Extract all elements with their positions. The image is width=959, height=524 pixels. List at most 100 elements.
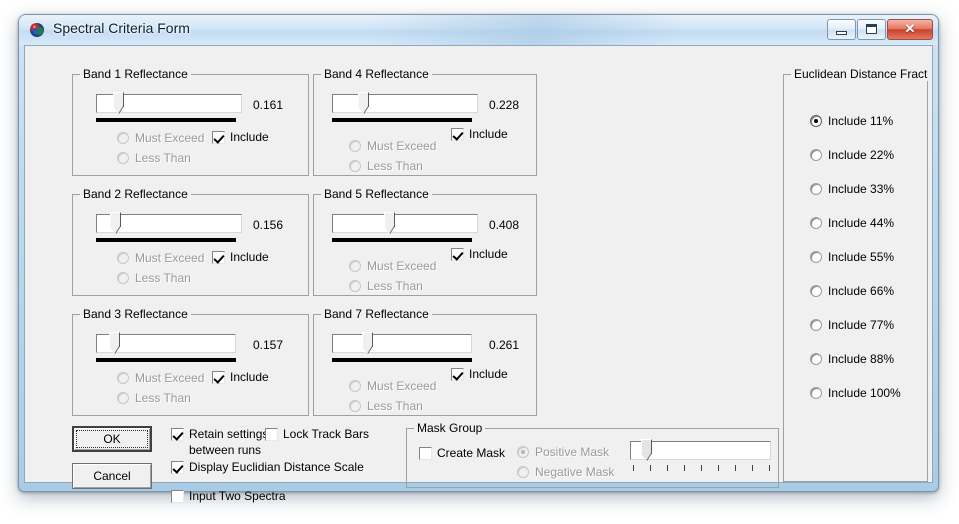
- title-bar-glint: [368, 15, 681, 45]
- checkbox-box: [212, 131, 225, 144]
- radio-label: Include 100%: [828, 386, 901, 400]
- group-band-7: Band 7 Reflectance 0.261 Must Exceed Les…: [313, 307, 537, 416]
- radio-label: Include 88%: [828, 352, 895, 366]
- radio-circle: [810, 149, 822, 161]
- checkbox-label: Include: [469, 127, 508, 141]
- trackbar-channel[interactable]: [332, 214, 478, 233]
- trackbar-scale-bar: [96, 118, 236, 122]
- checkbox-box: [265, 428, 278, 441]
- checkbox-label: Lock Track Bars: [283, 427, 370, 441]
- checkbox-label: Input Two Spectra: [189, 489, 286, 503]
- checkbox-label: Include: [469, 367, 508, 381]
- checkbox-box: [212, 371, 225, 384]
- radio-label: Must Exceed: [367, 379, 437, 393]
- radio-circle: [117, 152, 129, 164]
- trackbar-scale-bar: [96, 238, 236, 242]
- radio-label: Include 11%: [828, 114, 894, 128]
- value-band-3: 0.157: [253, 338, 284, 352]
- radio-circle: [349, 280, 361, 292]
- radio-label: Include 66%: [828, 284, 895, 298]
- radio-circle: [349, 140, 361, 152]
- radio-circle: [810, 183, 822, 195]
- maximize-button[interactable]: [857, 19, 886, 40]
- radio-circle: [349, 400, 361, 412]
- radio-circle: [117, 272, 129, 284]
- ok-focus-ring: [76, 430, 148, 448]
- group-band-5: Band 5 Reflectance 0.408 Must Exceed Les…: [313, 187, 537, 296]
- group-label-band-2: Band 2 Reflectance: [80, 187, 191, 201]
- trackbar-thumb-tip: [109, 346, 119, 354]
- value-band-7: 0.261: [489, 338, 520, 352]
- trackbar-thumb-body: [109, 332, 120, 347]
- trackbar-thumb[interactable]: [113, 92, 125, 115]
- checkbox-label: Include: [469, 247, 508, 261]
- checkbox-box: [451, 248, 464, 261]
- group-label-euclidean: Euclidean Distance Fraction: [791, 67, 928, 81]
- radio-label: Must Exceed: [135, 371, 205, 385]
- radio-label: Negative Mask: [535, 465, 615, 479]
- radio-circle: [810, 217, 822, 229]
- trackbar-scale-bar: [332, 118, 472, 122]
- radio-label: Less Than: [135, 271, 191, 285]
- radio-circle: [117, 392, 129, 404]
- trackbar-scale-bar: [96, 358, 236, 362]
- trackbar-thumb[interactable]: [109, 332, 120, 355]
- radio-label: Include 33%: [828, 182, 895, 196]
- trackbar-thumb-tip: [384, 226, 394, 234]
- radio-label: Must Exceed: [135, 131, 205, 145]
- cancel-button[interactable]: Cancel: [72, 463, 152, 489]
- trackbar-thumb-tip: [641, 453, 651, 461]
- trackbar-thumb-body: [641, 439, 652, 454]
- radio-circle: [349, 260, 361, 272]
- trackbar-thumb[interactable]: [362, 332, 373, 355]
- trackbar-thumb-tip: [362, 346, 372, 354]
- trackbar-channel[interactable]: [332, 94, 478, 113]
- radio-label: Positive Mask: [535, 445, 610, 459]
- group-label-mask: Mask Group: [414, 421, 486, 435]
- dialog-client-area: Band 1 Reflectance 0.161 Must Exceed Les…: [24, 45, 933, 503]
- checkbox-label: Include: [230, 130, 269, 144]
- checkbox-box: [419, 447, 432, 460]
- minimize-button[interactable]: [827, 19, 856, 40]
- radio-label: Must Exceed: [367, 139, 437, 153]
- checkbox-box: [451, 128, 464, 141]
- title-bar[interactable]: Spectral Criteria Form ✕: [19, 15, 938, 45]
- checkbox-box: [451, 368, 464, 381]
- group-label-band-3: Band 3 Reflectance: [80, 307, 191, 321]
- group-label-band-1: Band 1 Reflectance: [80, 67, 191, 81]
- radio-circle: [810, 115, 822, 127]
- radio-label: Less Than: [367, 279, 423, 293]
- radio-circle: [517, 446, 529, 458]
- checkbox-box: [212, 251, 225, 264]
- group-euclidean-distance-fraction: Euclidean Distance Fraction Include 11% …: [783, 67, 928, 482]
- radio-label: Include 22%: [828, 148, 895, 162]
- trackbar-thumb[interactable]: [110, 212, 121, 235]
- trackbar-thumb[interactable]: [358, 92, 369, 115]
- minimize-icon: [836, 31, 847, 35]
- checkbox-box: [171, 461, 184, 474]
- app-sphere-icon: [30, 23, 44, 37]
- checkbox-box: [171, 490, 184, 503]
- trackbar-thumb-tip: [358, 106, 368, 114]
- trackbar-thumb[interactable]: [641, 439, 652, 462]
- trackbar-ticks: [633, 465, 770, 471]
- radio-label: Must Exceed: [367, 259, 437, 273]
- radio-circle: [349, 380, 361, 392]
- trackbar-thumb-tip: [113, 106, 124, 114]
- trackbar-thumb-tip: [110, 226, 120, 234]
- radio-circle: [349, 160, 361, 172]
- ok-button[interactable]: OK: [72, 426, 152, 452]
- radio-circle: [117, 252, 129, 264]
- value-band-5: 0.408: [489, 218, 520, 232]
- trackbar-channel[interactable]: [332, 334, 472, 353]
- radio-label: Include 55%: [828, 250, 895, 264]
- checkbox-box: [171, 428, 184, 441]
- radio-circle: [810, 251, 822, 263]
- trackbar-thumb[interactable]: [384, 212, 395, 235]
- radio-label: Include 77%: [828, 318, 895, 332]
- radio-circle: [810, 319, 822, 331]
- trackbar-thumb-body: [110, 212, 121, 227]
- checkbox-label: Include: [230, 250, 269, 264]
- maximize-icon: [866, 24, 877, 34]
- close-button[interactable]: ✕: [887, 19, 933, 40]
